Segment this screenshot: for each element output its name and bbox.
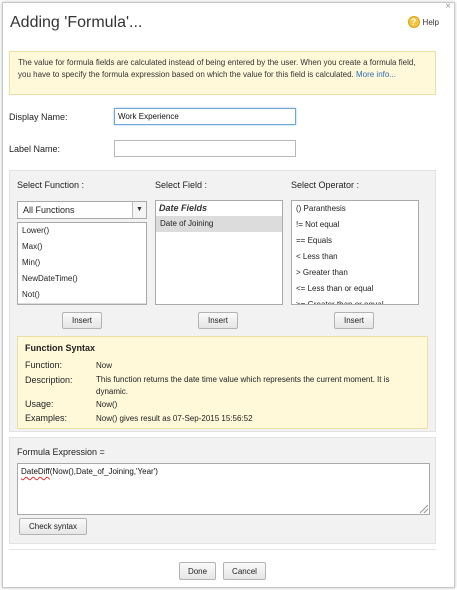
- list-item[interactable]: > Greater than: [292, 265, 418, 281]
- label-name-label: Label Name:: [9, 144, 61, 154]
- list-item[interactable]: Lower(): [18, 223, 146, 239]
- function-syntax-title: Function Syntax: [25, 343, 96, 353]
- list-item[interactable]: < Less than: [292, 249, 418, 265]
- formula-expression-args: (Now(),Date_of_Joining,'Year'): [49, 467, 158, 476]
- examples-label: Examples:: [25, 413, 68, 423]
- field-list[interactable]: Date Fields Date of Joining: [155, 200, 283, 305]
- select-operator-title: Select Operator :: [291, 180, 360, 190]
- resize-grip-icon[interactable]: [420, 505, 428, 513]
- list-item[interactable]: Min(): [18, 255, 146, 271]
- insert-operator-button[interactable]: Insert: [334, 312, 374, 329]
- list-item[interactable]: == Equals: [292, 233, 418, 249]
- dialog-title: Adding 'Formula'...: [10, 14, 143, 31]
- chevron-down-icon[interactable]: ▼: [132, 202, 146, 218]
- operator-list[interactable]: () Paranthesis != Not equal == Equals < …: [291, 200, 419, 305]
- list-item[interactable]: Date of Joining: [156, 216, 282, 232]
- field-group-header: Date Fields: [159, 203, 208, 213]
- more-info-link[interactable]: More info...: [356, 70, 396, 79]
- list-item[interactable]: >= Greater than or equal: [292, 297, 418, 304]
- insert-function-button[interactable]: Insert: [62, 312, 102, 329]
- function-value: Now: [96, 361, 113, 370]
- function-category-select[interactable]: All Functions ▼: [17, 201, 147, 219]
- select-function-title: Select Function :: [17, 180, 85, 190]
- examples-value: Now() gives result as 07-Sep-2015 15:56:…: [96, 414, 253, 423]
- usage-value: Now(): [96, 400, 118, 409]
- help-link[interactable]: ? Help: [407, 16, 439, 28]
- function-syntax-box: Function Syntax Function: Now Descriptio…: [17, 336, 428, 429]
- formula-expression-function: DateDiff: [21, 467, 50, 476]
- help-icon: ?: [407, 16, 420, 28]
- display-name-label: Display Name:: [9, 112, 68, 122]
- list-item[interactable]: != Not equal: [292, 217, 418, 233]
- label-name-input[interactable]: [114, 140, 296, 157]
- list-item[interactable]: NewDateTime(): [18, 271, 146, 287]
- function-category-value: All Functions: [23, 205, 75, 215]
- display-name-input[interactable]: [114, 108, 296, 125]
- function-list[interactable]: Lower() Max() Min() NewDateTime() Not(): [17, 222, 147, 305]
- list-item[interactable]: () Paranthesis: [292, 201, 418, 217]
- insert-field-button[interactable]: Insert: [198, 312, 238, 329]
- usage-label: Usage:: [25, 399, 54, 409]
- list-item[interactable]: Not(): [18, 287, 146, 303]
- description-label: Description:: [25, 375, 73, 385]
- footer-divider: [9, 549, 436, 550]
- formula-expression-textarea[interactable]: DateDiff(Now(),Date_of_Joining,'Year'): [17, 463, 430, 515]
- list-item[interactable]: Max(): [18, 239, 146, 255]
- info-banner: The value for formula fields are calcula…: [9, 51, 436, 95]
- select-field-title: Select Field :: [155, 180, 208, 190]
- help-label: Help: [422, 17, 439, 27]
- done-button[interactable]: Done: [179, 562, 216, 580]
- cancel-button[interactable]: Cancel: [223, 562, 266, 580]
- close-icon[interactable]: ×: [445, 2, 451, 12]
- check-syntax-button[interactable]: Check syntax: [19, 518, 87, 535]
- function-label: Function:: [25, 360, 63, 370]
- list-item[interactable]: <= Less than or equal: [292, 281, 418, 297]
- formula-expression-label: Formula Expression =: [17, 447, 105, 457]
- list-item-selected[interactable]: [18, 303, 146, 304]
- description-value: This function returns the date time valu…: [96, 375, 390, 396]
